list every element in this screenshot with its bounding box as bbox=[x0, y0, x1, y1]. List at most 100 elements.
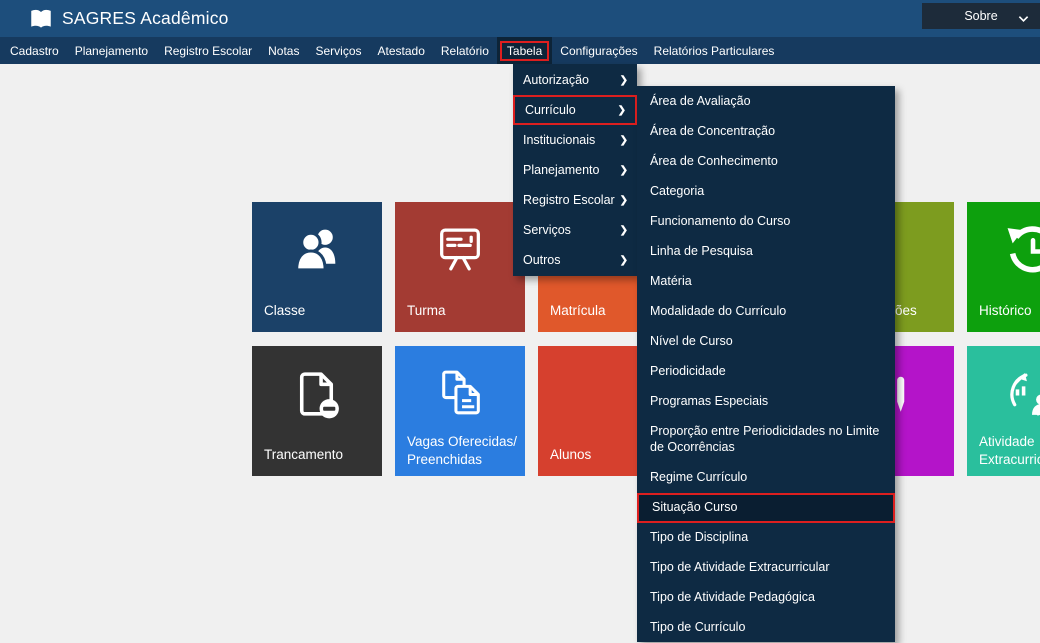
menubar-item-label: Serviços bbox=[315, 44, 361, 58]
menubar-item-servicos[interactable]: Serviços bbox=[307, 37, 369, 64]
menubar-item-label: Planejamento bbox=[75, 44, 148, 58]
menubar-item-notas[interactable]: Notas bbox=[260, 37, 307, 64]
menubar-item-label: Atestado bbox=[378, 44, 425, 58]
dropdown-item-curriculo[interactable]: Currículo ❯ bbox=[513, 95, 637, 125]
submenu-item-tipo-de-disciplina[interactable]: Tipo de Disciplina bbox=[637, 523, 895, 553]
submenu-item-tipo-de-atividade-pedagogica[interactable]: Tipo de Atividade Pedagógica bbox=[637, 583, 895, 613]
submenu-item-tipo-de-curriculo[interactable]: Tipo de Currículo bbox=[637, 613, 895, 643]
submenu-arrow-icon: ❯ bbox=[620, 135, 628, 146]
tile-label: Trancamento bbox=[264, 446, 378, 464]
tile-label: Histórico bbox=[979, 302, 1040, 320]
tile-classe[interactable]: Classe bbox=[252, 202, 382, 332]
menubar-item-cadastro[interactable]: Cadastro bbox=[2, 37, 67, 64]
menubar-item-label: Relatório bbox=[441, 44, 489, 58]
dropdown-item-institucionais[interactable]: Institucionais ❯ bbox=[513, 125, 637, 155]
submenu-item-tipo-de-atividade-extracurricular[interactable]: Tipo de Atividade Extracurricular bbox=[637, 553, 895, 583]
dropdown-item-registro-escolar[interactable]: Registro Escolar ❯ bbox=[513, 185, 637, 215]
document-minus-icon bbox=[289, 366, 346, 423]
dropdown-item-outros[interactable]: Outros❯ bbox=[513, 245, 637, 275]
submenu-item-label: Tipo de Atividade Pedagógica bbox=[650, 590, 815, 606]
menubar-item-label: Cadastro bbox=[10, 44, 59, 58]
submenu-item-periodicidade[interactable]: Periodicidade bbox=[637, 357, 895, 387]
submenu-item-funcionamento-do-curso[interactable]: Funcionamento do Curso bbox=[637, 207, 895, 237]
dropdown-item-label: Serviços bbox=[523, 223, 571, 237]
tile-atividade-extracurricular[interactable]: Atividade Extracurricular bbox=[967, 346, 1040, 476]
menubar-item-label: Tabela bbox=[500, 41, 549, 61]
chevron-down-icon bbox=[1018, 12, 1029, 26]
dropdown-item-planejamento[interactable]: Planejamento ❯ bbox=[513, 155, 637, 185]
dropdown-item-label: Currículo bbox=[525, 103, 576, 117]
about-label: Sobre bbox=[964, 9, 997, 23]
submenu-arrow-icon: ❯ bbox=[620, 255, 628, 266]
submenu-item-label: Funcionamento do Curso bbox=[650, 214, 790, 230]
submenu-item-linha-de-pesquisa[interactable]: Linha de Pesquisa bbox=[637, 237, 895, 267]
submenu-item-label: Categoria bbox=[650, 184, 704, 200]
submenu-item-label: Periodicidade bbox=[650, 364, 726, 380]
documents-icon bbox=[432, 366, 489, 423]
submenu-item-label: Nível de Curso bbox=[650, 334, 733, 350]
submenu-item-label: Situação Curso bbox=[652, 500, 737, 516]
submenu-arrow-icon: ❯ bbox=[620, 225, 628, 236]
about-button[interactable]: Sobre bbox=[922, 3, 1040, 29]
person-activity-icon bbox=[1004, 366, 1040, 423]
submenu-item-area-de-conhecimento[interactable]: Área de Conhecimento bbox=[637, 147, 895, 177]
app-header: SAGRES Acadêmico Sobre bbox=[0, 0, 1040, 37]
submenu-item-categoria[interactable]: Categoria bbox=[637, 177, 895, 207]
history-icon bbox=[1004, 222, 1040, 279]
submenu-item-label: Programas Especiais bbox=[650, 394, 768, 410]
menubar-item-planejamento[interactable]: Planejamento bbox=[67, 37, 156, 64]
menubar-item-label: Configurações bbox=[560, 44, 637, 58]
submenu-item-regime-curriculo[interactable]: Regime Currículo bbox=[637, 463, 895, 493]
menubar-item-atestado[interactable]: Atestado bbox=[370, 37, 433, 64]
submenu-item-area-de-concentracao[interactable]: Área de Concentração bbox=[637, 117, 895, 147]
open-book-logo-icon bbox=[28, 6, 54, 32]
tile-vagas-oferecidas-preenchidas[interactable]: Vagas Oferecidas/ Preenchidas bbox=[395, 346, 525, 476]
submenu-arrow-icon: ❯ bbox=[620, 195, 628, 206]
submenu-item-situacao-curso[interactable]: Situação Curso bbox=[637, 493, 895, 523]
tile-label: Vagas Oferecidas/ Preenchidas bbox=[407, 433, 521, 469]
tile-historico[interactable]: Histórico bbox=[967, 202, 1040, 332]
tile-label: Classe bbox=[264, 302, 378, 320]
menubar-item-tabela[interactable]: Tabela bbox=[497, 37, 552, 64]
dropdown-item-label: Registro Escolar bbox=[523, 193, 615, 207]
menubar-item-configuracoes[interactable]: Configurações bbox=[552, 37, 645, 64]
submenu-arrow-icon: ❯ bbox=[620, 75, 628, 86]
submenu-arrow-icon: ❯ bbox=[618, 105, 626, 116]
menubar-item-label: Notas bbox=[268, 44, 299, 58]
menubar-item-relatorio[interactable]: Relatório bbox=[433, 37, 497, 64]
submenu-item-label: Proporção entre Periodicidades no Limite… bbox=[650, 424, 883, 455]
submenu-item-label: Tipo de Atividade Extracurricular bbox=[650, 560, 829, 576]
page-title: SAGRES Acadêmico bbox=[62, 8, 229, 29]
submenu-item-label: Área de Concentração bbox=[650, 124, 775, 140]
submenu-item-label: Modalidade do Currículo bbox=[650, 304, 786, 320]
submenu-item-label: Linha de Pesquisa bbox=[650, 244, 753, 260]
dropdown-item-label: Planejamento bbox=[523, 163, 599, 177]
submenu-item-label: Tipo de Currículo bbox=[650, 620, 745, 636]
tile-label: Atividade Extracurricular bbox=[979, 433, 1040, 469]
submenu-item-label: Regime Currículo bbox=[650, 470, 747, 486]
submenu-item-label: Área de Avaliação bbox=[650, 94, 751, 110]
menubar-item-relatorios-particulares[interactable]: Relatórios Particulares bbox=[646, 37, 783, 64]
submenu-item-proporcao-entre-periodicidades-no-limite-de-ocorrencias[interactable]: Proporção entre Periodicidades no Limite… bbox=[637, 417, 895, 463]
tile-turma[interactable]: Turma bbox=[395, 202, 525, 332]
main-menubar: Cadastro Planejamento Registro Escolar Nota… bbox=[0, 37, 1040, 64]
submenu-item-label: Tipo de Disciplina bbox=[650, 530, 748, 546]
menubar-item-label: Registro Escolar bbox=[164, 44, 252, 58]
submenu-arrow-icon: ❯ bbox=[620, 165, 628, 176]
people-icon bbox=[289, 222, 346, 279]
curriculo-submenu-panel: Área de Avaliação Área de Concentração Áre… bbox=[637, 86, 895, 642]
tile-trancamento[interactable]: Trancamento bbox=[252, 346, 382, 476]
menubar-item-label: Relatórios Particulares bbox=[654, 44, 775, 58]
submenu-item-modalidade-do-curriculo[interactable]: Modalidade do Currículo bbox=[637, 297, 895, 327]
dropdown-item-autorizacao[interactable]: Autorização ❯ bbox=[513, 65, 637, 95]
menubar-item-registro-escolar[interactable]: Registro Escolar bbox=[156, 37, 260, 64]
dropdown-item-label: Institucionais bbox=[523, 133, 595, 147]
submenu-item-programas-especiais[interactable]: Programas Especiais bbox=[637, 387, 895, 417]
tile-label: Turma bbox=[407, 302, 521, 320]
submenu-item-label: Área de Conhecimento bbox=[650, 154, 778, 170]
dropdown-item-servicos[interactable]: Serviços ❯ bbox=[513, 215, 637, 245]
submenu-item-area-de-avaliacao[interactable]: Área de Avaliação bbox=[637, 87, 895, 117]
submenu-item-nivel-de-curso[interactable]: Nível de Curso bbox=[637, 327, 895, 357]
dropdown-item-label: Autorização bbox=[523, 73, 589, 87]
submenu-item-materia[interactable]: Matéria bbox=[637, 267, 895, 297]
